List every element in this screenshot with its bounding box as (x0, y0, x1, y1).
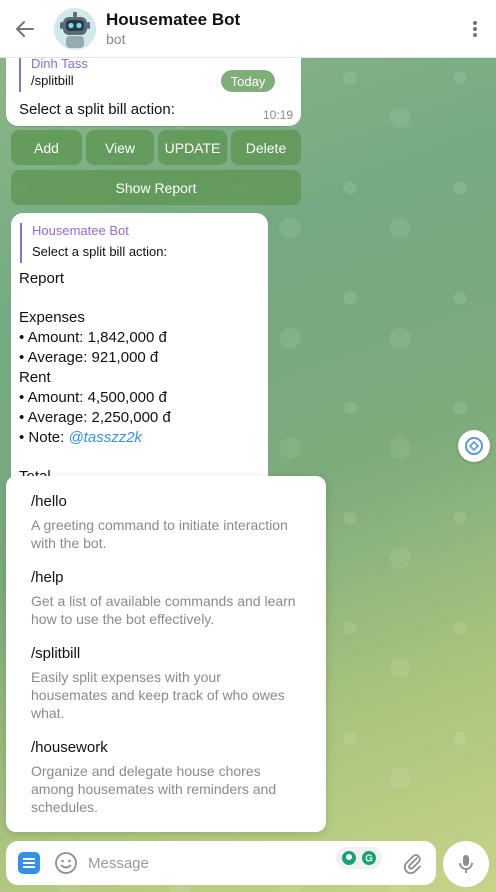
smiley-icon (55, 852, 77, 874)
reply-author: Housematee Bot (32, 223, 129, 238)
reply-text: /splitbill (31, 73, 74, 88)
grammarly-icon: G (362, 851, 376, 865)
reply-quote[interactable]: Dinh Tass /splitbill (19, 56, 88, 92)
reply-author: Dinh Tass (31, 56, 88, 71)
rent-average-line: • Average: 2,250,000 đ (19, 408, 171, 428)
command-item[interactable]: /help Get a list of available commands a… (6, 568, 326, 628)
note-line: • Note: @tasszz2k (19, 428, 171, 448)
message-bubble-2: Housematee Bot Select a split bill actio… (11, 213, 268, 493)
command-description: Get a list of available commands and lea… (31, 593, 296, 627)
rent-amount-value: 4,500,000 đ (87, 389, 167, 406)
rent-amount-line: • Amount: 4,500,000 đ (19, 388, 171, 408)
show-report-button[interactable]: Show Report (11, 170, 301, 205)
paperclip-icon (403, 854, 421, 874)
robot-icon (54, 7, 96, 50)
command-item[interactable]: /splitbill Easily split expenses with yo… (6, 644, 326, 722)
voice-record-button[interactable] (443, 841, 489, 887)
message-text: Select a split bill action: (19, 101, 175, 118)
expenses-heading: Expenses (19, 309, 85, 326)
expenses-amount-value: 1,842,000 đ (87, 329, 167, 346)
command-description: Organize and delegate house chores among… (31, 763, 277, 815)
command-name: /splitbill (31, 645, 81, 662)
more-menu-button[interactable] (472, 20, 478, 43)
bot-menu-button[interactable] (18, 852, 40, 874)
reply-quote[interactable]: Housematee Bot Select a split bill actio… (20, 223, 167, 263)
command-item[interactable]: /housework Organize and delegate house c… (6, 738, 326, 816)
expenses-amount-line: • Amount: 1,842,000 đ (19, 328, 171, 348)
assistant-badge[interactable] (458, 430, 490, 462)
back-button[interactable] (0, 0, 50, 58)
command-item[interactable]: /hello A greeting command to initiate in… (6, 492, 326, 552)
expenses-amount-label: • Amount: (19, 329, 84, 346)
rent-heading: Rent (19, 369, 51, 386)
menu-lines-icon (23, 858, 35, 868)
more-vertical-icon (473, 21, 477, 37)
view-button[interactable]: View (86, 130, 154, 165)
attach-button[interactable] (401, 851, 425, 880)
report-title: Report (19, 270, 65, 287)
emoji-button[interactable] (54, 851, 78, 875)
arrow-left-icon (16, 20, 34, 37)
message-input[interactable]: Message (88, 855, 149, 872)
command-name: /help (31, 569, 64, 586)
command-description: A greeting command to initiate interacti… (31, 517, 288, 551)
date-divider: Today (221, 70, 275, 92)
rent-amount-label: • Amount: (19, 389, 84, 406)
svg-text:G: G (365, 854, 373, 865)
expenses-average-label: • Average: (19, 349, 88, 366)
chat-title[interactable]: Housematee Bot (106, 10, 240, 30)
report-body: Report Expenses • Amount: 1,842,000 đ • … (19, 269, 171, 487)
mention-link[interactable]: @tasszz2k (68, 429, 142, 446)
expenses-average-value: 921,000 đ (91, 349, 159, 366)
bot-avatar[interactable] (54, 7, 96, 50)
chat-header: Housematee Bot bot (0, 0, 496, 58)
bot-commands-panel: /hello A greeting command to initiate in… (6, 476, 326, 832)
command-description: Easily split expenses with your housemat… (31, 669, 285, 721)
openai-logo-icon (465, 437, 483, 455)
message-time: 10:19 (262, 108, 293, 122)
microphone-icon (459, 855, 473, 873)
command-name: /hello (31, 493, 67, 510)
note-label: • Note: (19, 429, 65, 446)
expenses-average-line: • Average: 921,000 đ (19, 348, 171, 368)
reply-text: Select a split bill action: (32, 244, 168, 259)
rent-average-label: • Average: (19, 409, 88, 426)
chat-subtitle: bot (106, 30, 126, 47)
update-button[interactable]: UPDATE (158, 130, 227, 165)
rent-average-value: 2,250,000 đ (91, 409, 171, 426)
command-name: /housework (31, 739, 108, 756)
delete-button[interactable]: Delete (231, 130, 301, 165)
lightbulb-icon (342, 851, 356, 865)
add-button[interactable]: Add (11, 130, 82, 165)
message-composer: Message G (6, 841, 436, 885)
extension-icons[interactable]: G (336, 847, 382, 869)
